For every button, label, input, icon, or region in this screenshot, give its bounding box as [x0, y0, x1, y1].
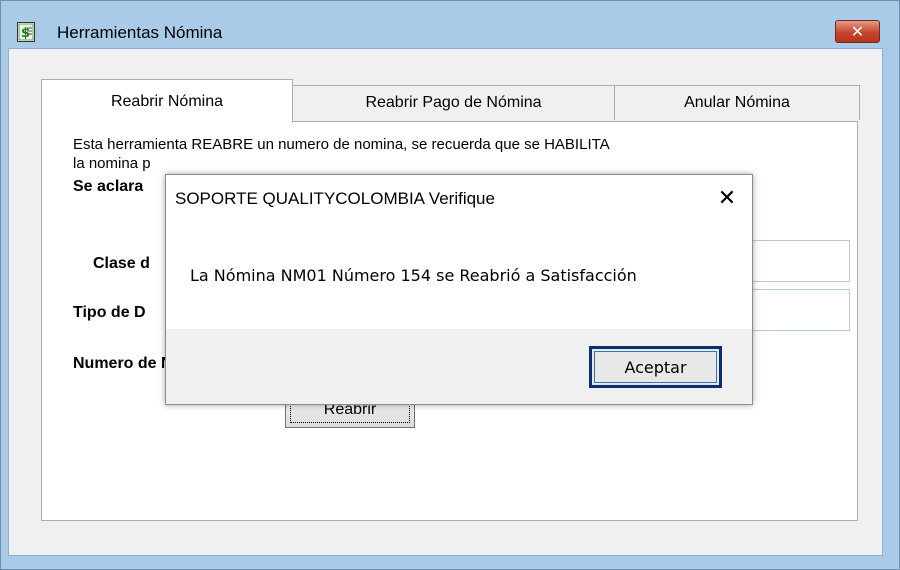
dialog-footer: Aceptar	[166, 329, 752, 404]
tipo-label: Tipo de D	[73, 304, 146, 321]
description-line-1: Esta herramienta REABRE un numero de nom…	[73, 136, 610, 153]
dialog-title: SOPORTE QUALITYCOLOMBIA Verifique	[175, 189, 495, 208]
clase-label: Clase d	[93, 255, 150, 272]
message-dialog: SOPORTE QUALITYCOLOMBIA Verifique ✕ La N…	[165, 174, 753, 405]
tipo-field[interactable]	[742, 289, 850, 331]
clase-field[interactable]	[742, 240, 850, 282]
accept-button[interactable]: Aceptar	[589, 346, 722, 388]
description-line-2: la nomina p	[73, 155, 151, 172]
tab-strip: Reabrir Nómina Reabrir Pago de Nómina An…	[41, 79, 860, 123]
title-bar[interactable]: $ Herramientas Nómina ✕	[1, 1, 899, 43]
dialog-message: La Nómina NM01 Número 154 se Reabrió a S…	[190, 266, 637, 285]
window-title: Herramientas Nómina	[57, 23, 223, 42]
tab-reabrir-pago-nomina[interactable]: Reabrir Pago de Nómina	[291, 85, 616, 120]
tab-anular-nomina[interactable]: Anular Nómina	[614, 85, 860, 120]
window-close-button[interactable]: ✕	[835, 20, 880, 43]
document-dollar-icon: $	[17, 22, 35, 42]
note-heading: Se aclara	[73, 178, 144, 195]
dialog-close-icon[interactable]: ✕	[711, 183, 743, 215]
tab-reabrir-nomina[interactable]: Reabrir Nómina	[41, 79, 293, 123]
